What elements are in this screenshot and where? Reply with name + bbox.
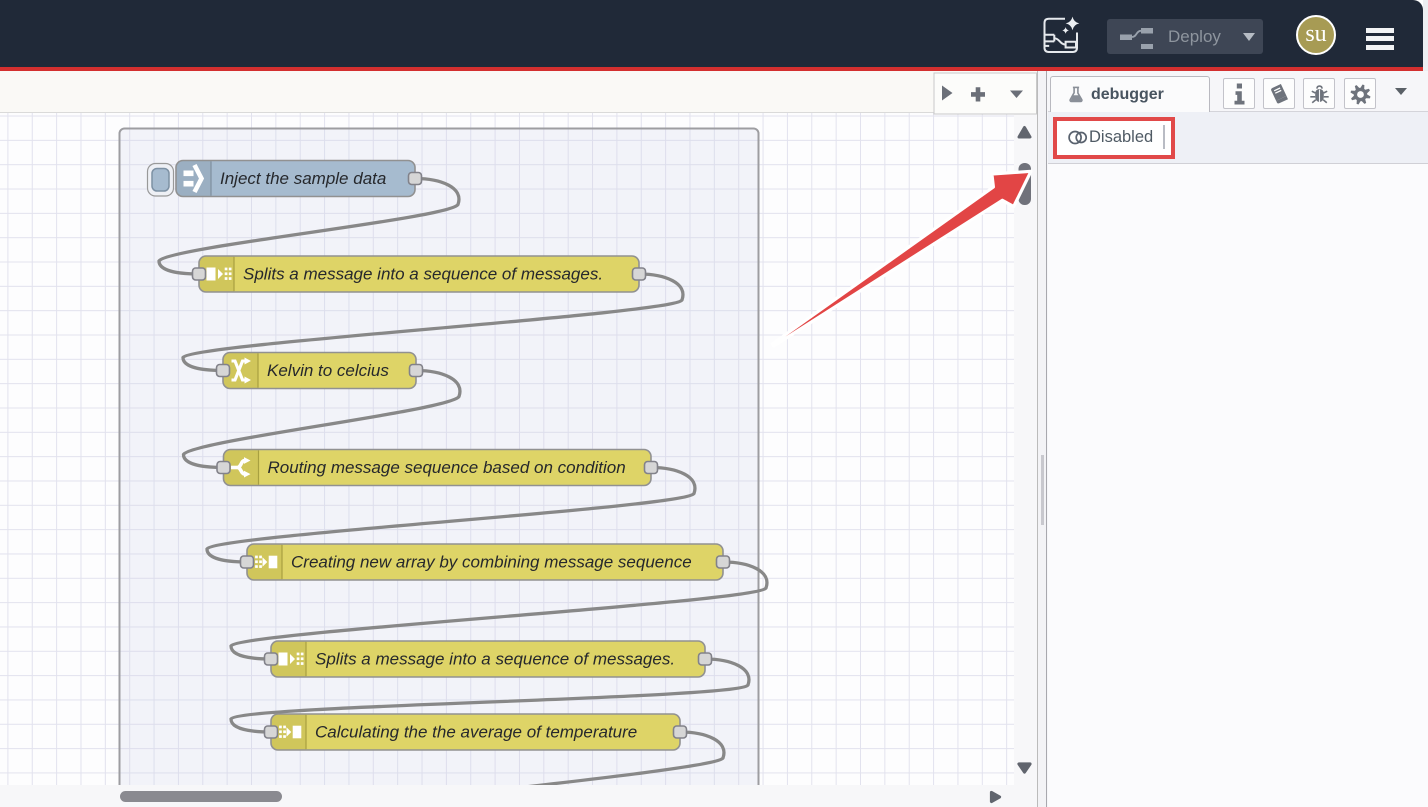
svg-text:Splits a message into a sequen: Splits a message into a sequence of mess…	[243, 265, 603, 284]
svg-text:Creating new array by combinin: Creating new array by combining message …	[291, 553, 692, 572]
svg-text:Splits a message into a sequen: Splits a message into a sequence of mess…	[315, 650, 675, 669]
svg-text:Routing message sequence based: Routing message sequence based on condit…	[268, 458, 626, 477]
svg-text:Kelvin to celcius: Kelvin to celcius	[267, 361, 389, 380]
svg-text:Inject the sample data: Inject the sample data	[220, 169, 386, 188]
svg-text:Calculating the the average of: Calculating the the average of temperatu…	[315, 723, 637, 742]
